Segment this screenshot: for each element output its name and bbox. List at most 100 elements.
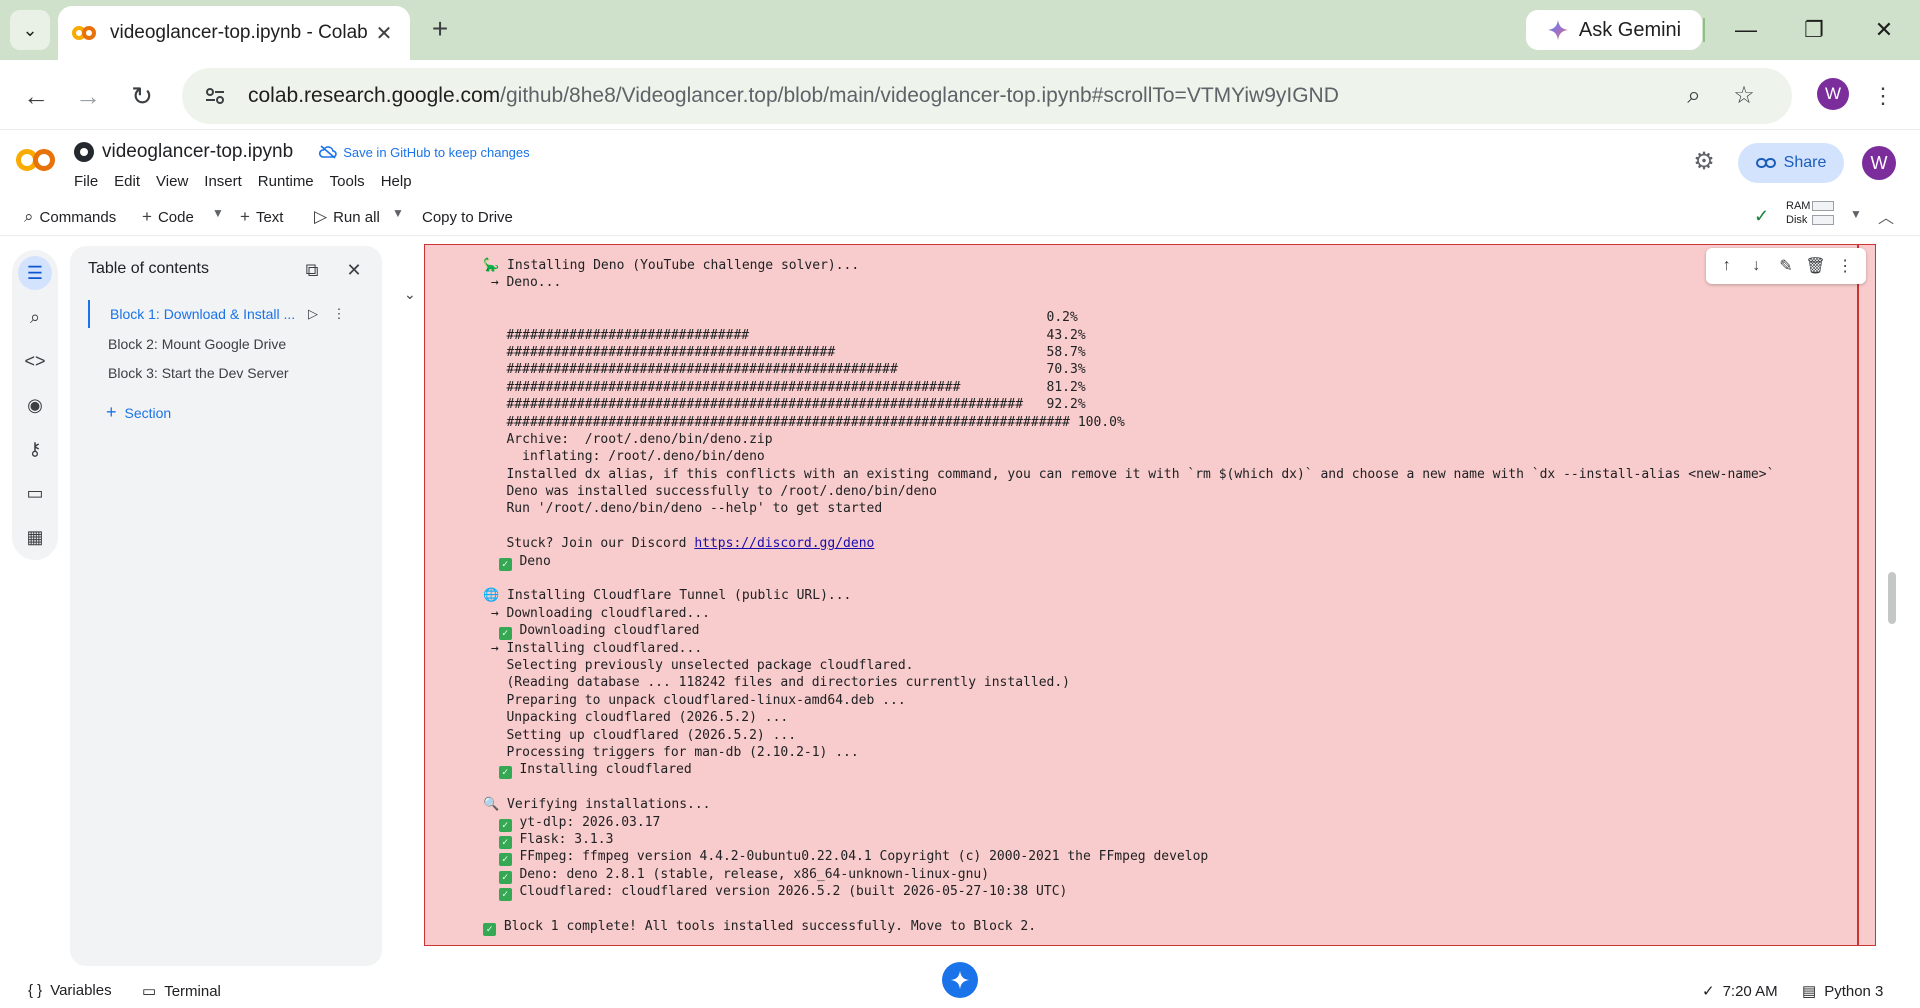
open-in-tab-icon[interactable]: ⧉ [300,258,324,282]
terminal-button[interactable]: ▭ Terminal [142,982,221,1001]
resource-dropdown-caret-icon[interactable]: ▼ [1850,207,1862,221]
menu-insert[interactable]: Insert [204,171,250,192]
table-of-contents-icon[interactable]: ☰ [18,256,52,290]
toc-item-block-3[interactable]: Block 3: Start the Dev Server [88,359,378,387]
output-line: Processing triggers for man-db (2.10.2-1… [483,744,1863,761]
add-text-button[interactable]: + Text [240,204,283,230]
toc-title: Table of contents [88,260,209,277]
toc-item-block-2[interactable]: Block 2: Mount Google Drive [88,330,378,358]
output-line-text: → Downloading cloudflared... [483,605,710,621]
move-cell-up-icon[interactable]: ↑ [1716,257,1738,275]
save-in-github-link[interactable]: Save in GitHub to keep changes [319,145,530,160]
run-section-play-icon[interactable]: ▷ [300,306,326,322]
tab-close-icon[interactable]: ✕ [372,21,396,46]
code-dropdown-caret-icon[interactable]: ▼ [212,206,224,220]
menu-tools[interactable]: Tools [330,171,373,192]
menu-edit[interactable]: Edit [114,171,148,192]
variables-button[interactable]: { } Variables [28,982,112,999]
output-line-text: Stuck? Join our Discord [483,536,695,552]
output-line-text: Downloading cloudflared [519,623,700,639]
gemini-fab-button[interactable] [942,962,978,998]
gemini-sparkle-icon [950,970,970,990]
ask-gemini-button[interactable]: Ask Gemini [1526,10,1702,50]
browser-profile-avatar[interactable]: W [1817,78,1849,110]
run-all-button[interactable]: ▷ Run all [314,204,380,230]
delete-trash-icon[interactable]: 🗑 [1805,256,1827,276]
settings-gear-icon[interactable]: ⚙ [1690,148,1718,176]
new-tab-plus-icon[interactable]: + [424,14,456,46]
files-folder-icon[interactable]: ▭ [18,476,52,510]
close-window-icon[interactable]: ✕ [1860,10,1908,50]
output-line: 🦕 Installing Deno (YouTube challenge sol… [483,257,1863,274]
output-line: ✓ Deno: deno 2.8.1 (stable, release, x86… [483,866,1863,884]
add-section-button[interactable]: + Section [106,402,171,423]
window-separator [1703,18,1705,42]
commands-button[interactable]: ⌕ Commands [24,204,116,230]
output-line-text: ########################################… [483,344,1086,360]
code-snippets-icon[interactable]: <> [18,344,52,378]
search-icon: ⌕ [24,207,34,226]
colab-logo[interactable] [16,145,58,175]
output-line: 🔍 Verifying installations... [483,796,1863,813]
forward-arrow-icon[interactable]: → [68,76,108,116]
section-more-icon[interactable]: ⋮ [326,306,352,322]
notebook-name[interactable]: videoglancer-top.ipynb [102,141,293,163]
back-arrow-icon[interactable]: ← [16,76,56,116]
collapse-header-chevron-icon[interactable]: ︿ [1878,204,1894,228]
address-bar[interactable]: colab.research.google.com/github/8he8/Vi… [182,68,1792,124]
execution-status[interactable]: ✓ 7:20 AM [1702,982,1778,1001]
secrets-key-icon[interactable]: ⚷ [18,432,52,466]
tab-search-chevron-icon[interactable]: ⌄ [10,10,50,50]
toc-item-block-1[interactable]: Block 1: Download & Install ... ▷ ⋮ [88,300,378,328]
cell-more-icon[interactable]: ⋮ [1834,256,1856,276]
output-line: ✓ Deno [483,553,1863,571]
edit-pencil-icon[interactable]: ✎ [1775,256,1797,276]
menu-runtime[interactable]: Runtime [258,171,322,192]
browser-toolbar: ← → ↻ colab.research.google.com/github/8… [0,60,1920,130]
kernel-indicator[interactable]: ▤ Python 3 [1802,982,1883,1001]
menu-help[interactable]: Help [381,171,420,192]
output-line: ✓ Flask: 3.1.3 [483,831,1863,849]
menu-file[interactable]: File [74,171,106,192]
data-table-icon[interactable]: ▦ [18,520,52,554]
ram-usage-bar [1812,201,1834,211]
output-line-text: Installing cloudflared [519,762,692,778]
move-cell-down-icon[interactable]: ↓ [1745,257,1767,275]
cell-collapse-chevron-icon[interactable]: ⌄ [404,286,416,303]
resource-indicator[interactable]: RAM Disk [1786,199,1810,227]
ask-gemini-label: Ask Gemini [1578,18,1682,41]
reload-icon[interactable]: ↻ [122,76,162,116]
checkmark-icon: ✓ [498,766,512,780]
share-button[interactable]: Share [1738,143,1844,183]
find-replace-icon[interactable]: ⌕ [18,300,52,334]
output-line-text: Flask: 3.1.3 [519,831,614,847]
bookmark-star-icon[interactable]: ☆ [1728,80,1760,112]
browser-menu-icon[interactable]: ⋮ [1868,76,1898,116]
zoom-search-icon[interactable]: ⌕ [1678,80,1710,112]
minimize-icon[interactable]: — [1722,10,1770,50]
output-line: ✓ Downloading cloudflared [483,622,1863,641]
plus-icon: + [106,402,117,422]
add-code-button[interactable]: + Code [142,204,194,230]
menu-view[interactable]: View [156,171,196,192]
output-line: ✓ FFmpeg: ffmpeg version 4.4.2-0ubuntu0.… [483,848,1863,867]
tab-title: videoglancer-top.ipynb - Colab [110,22,368,43]
browser-tab[interactable]: videoglancer-top.ipynb - Colab ✕ [58,6,410,60]
checkmark-icon: ✓ [483,922,496,936]
copy-to-drive-button[interactable]: Copy to Drive [422,204,513,230]
close-panel-icon[interactable]: ✕ [342,258,366,282]
output-line-text: Block 1 complete! All tools installed su… [503,918,1037,934]
run-all-dropdown-caret-icon[interactable]: ▼ [392,206,404,220]
scrollbar-thumb[interactable] [1888,572,1896,624]
command-bar: ⌕ Commands + Code ▼ + Text ▷ Run all ▼ Copy … [0,196,1920,236]
variables-inspector-icon[interactable]: ◉ [18,388,52,422]
account-avatar[interactable]: W [1862,146,1896,180]
output-line: Deno was installed successfully to /root… [483,483,1863,500]
discord-link[interactable]: https://discord.gg/deno [694,536,874,551]
toc-item-label: Block 2: Mount Google Drive [108,336,287,352]
checkmark-icon: ✓ [498,888,512,902]
site-info-icon[interactable] [200,81,230,111]
restore-icon[interactable]: ❐ [1790,10,1838,50]
output-line: → Deno... [483,274,1863,291]
